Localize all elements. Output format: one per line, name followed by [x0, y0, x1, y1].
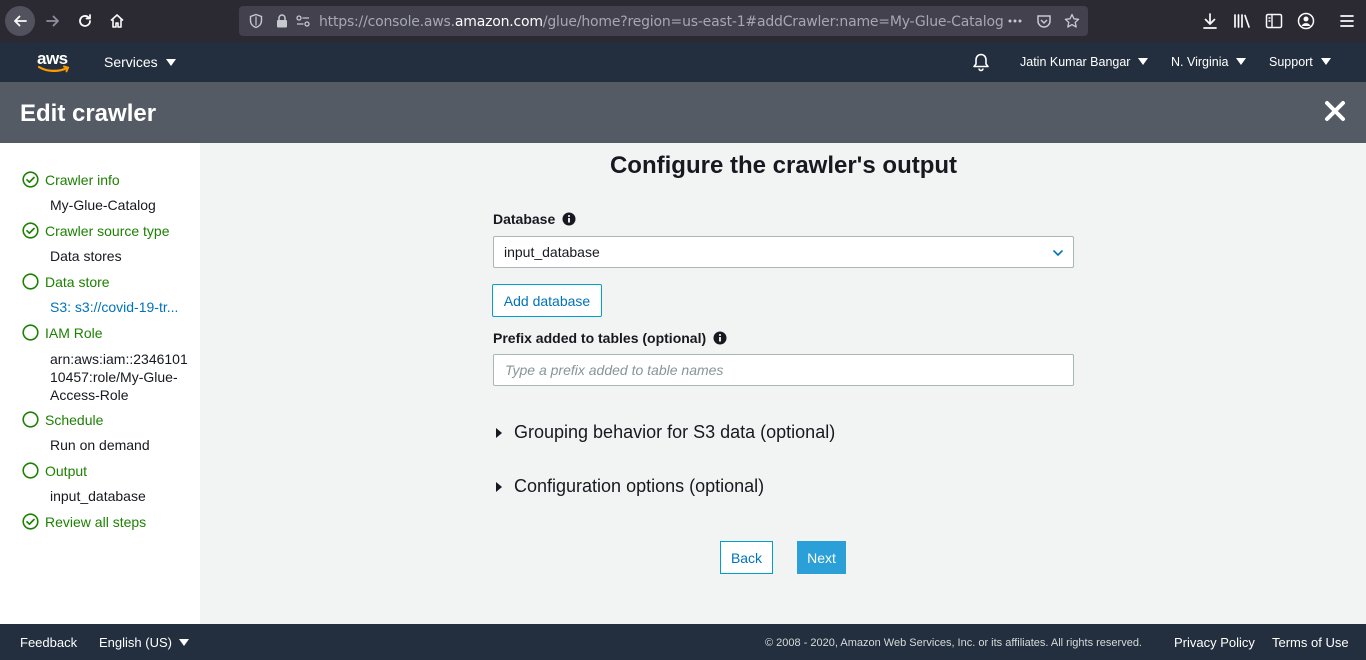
- caret-down-icon: [178, 639, 189, 647]
- section-heading: Configure the crawler's output: [609, 152, 958, 179]
- forward-arrow-icon[interactable]: [38, 6, 68, 36]
- reload-icon[interactable]: [70, 6, 100, 36]
- step-label: IAM Role: [45, 324, 103, 341]
- back-arrow-icon[interactable]: [5, 6, 35, 36]
- title-bar: Edit crawler: [0, 82, 1366, 143]
- caret-down-icon: [1236, 58, 1247, 66]
- home-icon[interactable]: [102, 6, 132, 36]
- database-select-value: input_database: [504, 244, 600, 260]
- prefix-label-text: Prefix added to tables (optional): [493, 330, 707, 346]
- close-icon[interactable]: [1324, 100, 1346, 122]
- empty-circle-icon: [22, 411, 39, 428]
- sidebar-toggle-icon[interactable]: [1264, 11, 1284, 31]
- prefix-label: Prefix added to tables (optional): [493, 330, 727, 346]
- step-schedule[interactable]: Schedule: [22, 411, 103, 428]
- step-value-line: Access-Role: [50, 387, 129, 403]
- aws-console-header: aws Services Jatin Kumar Bangar N. Virgi…: [0, 42, 1366, 82]
- permissions-icon[interactable]: [295, 13, 311, 29]
- chevron-down-icon: [1053, 250, 1063, 256]
- privacy-policy-link[interactable]: Privacy Policy: [1174, 635, 1255, 650]
- step-iam-role[interactable]: IAM Role: [22, 324, 103, 341]
- step-label: Data store: [45, 273, 110, 290]
- caret-down-icon: [165, 58, 176, 66]
- step-label: Review all steps: [45, 513, 147, 530]
- empty-circle-icon: [22, 273, 39, 290]
- step-crawler-source-type[interactable]: Crawler source type: [22, 222, 170, 239]
- downloads-icon[interactable]: [1200, 11, 1220, 31]
- step-crawler-info[interactable]: Crawler info: [22, 171, 120, 188]
- info-icon[interactable]: [562, 212, 576, 226]
- table-prefix-input[interactable]: [493, 354, 1074, 386]
- step-value: Data stores: [50, 248, 122, 264]
- page-title: Edit crawler: [20, 100, 157, 127]
- caret-right-icon: [496, 427, 502, 438]
- step-value: arn:aws:iam::2346101 10457:role/My-Glue-…: [50, 350, 188, 404]
- add-database-button[interactable]: Add database: [492, 284, 602, 317]
- region-menu[interactable]: N. Virginia: [1171, 55, 1247, 69]
- lock-icon[interactable]: [274, 13, 290, 29]
- url-bar[interactable]: https://console.aws.amazon.com/glue/home…: [239, 6, 1088, 36]
- step-label: Crawler info: [45, 171, 120, 188]
- copyright-text: © 2008 - 2020, Amazon Web Services, Inc.…: [765, 637, 1142, 649]
- step-value: input_database: [50, 488, 146, 504]
- caret-down-icon: [1320, 58, 1331, 66]
- user-menu[interactable]: Jatin Kumar Bangar: [1020, 55, 1149, 69]
- check-circle-icon: [22, 222, 39, 239]
- step-review-all-steps[interactable]: Review all steps: [22, 513, 146, 530]
- console-footer: Feedback English (US) © 2008 - 2020, Ama…: [0, 624, 1366, 660]
- check-circle-icon: [22, 513, 39, 530]
- browser-toolbar: https://console.aws.amazon.com/glue/home…: [0, 0, 1366, 42]
- step-label: Crawler source type: [45, 222, 170, 239]
- back-button[interactable]: Back: [720, 541, 773, 574]
- configuration-options-expander[interactable]: Configuration options (optional): [496, 476, 764, 497]
- bookmark-star-icon[interactable]: [1064, 13, 1080, 29]
- database-select[interactable]: input_database: [493, 236, 1074, 268]
- step-value-line: arn:aws:iam::2346101: [50, 351, 188, 367]
- menu-icon[interactable]: [1337, 11, 1357, 31]
- pocket-icon[interactable]: [1036, 13, 1052, 29]
- database-label: Database: [493, 211, 576, 227]
- database-label-text: Database: [493, 211, 556, 227]
- services-menu[interactable]: Services: [104, 54, 176, 70]
- terms-of-use-link[interactable]: Terms of Use: [1272, 635, 1349, 650]
- step-output[interactable]: Output: [22, 462, 87, 479]
- empty-circle-icon: [22, 324, 39, 341]
- check-circle-icon: [22, 171, 39, 188]
- bell-icon[interactable]: [972, 52, 990, 72]
- aws-smile-icon: [37, 65, 70, 73]
- info-icon[interactable]: [713, 331, 727, 345]
- next-button[interactable]: Next: [797, 541, 846, 574]
- step-label: Schedule: [45, 411, 104, 428]
- grouping-behavior-expander[interactable]: Grouping behavior for S3 data (optional): [496, 422, 835, 443]
- step-data-store[interactable]: Data store: [22, 273, 110, 290]
- library-icon[interactable]: [1232, 11, 1252, 31]
- page-actions-icon[interactable]: [1007, 13, 1023, 29]
- expander-label: Grouping behavior for S3 data (optional): [514, 422, 836, 442]
- empty-circle-icon: [22, 462, 39, 479]
- expander-label: Configuration options (optional): [514, 476, 765, 496]
- account-icon[interactable]: [1296, 11, 1316, 31]
- caret-right-icon: [496, 481, 502, 492]
- step-value: My-Glue-Catalog: [50, 197, 156, 213]
- language-selector[interactable]: English (US): [99, 635, 189, 650]
- feedback-link[interactable]: Feedback: [20, 635, 77, 650]
- step-value: Run on demand: [50, 437, 150, 453]
- step-value-link[interactable]: S3: s3://covid-19-tr...: [50, 298, 178, 316]
- caret-down-icon: [1138, 58, 1149, 66]
- url-text[interactable]: https://console.aws.amazon.com/glue/home…: [319, 14, 1004, 30]
- step-label: Output: [45, 462, 88, 479]
- step-value-line: 10457:role/My-Glue-: [50, 369, 178, 385]
- aws-logo[interactable]: aws: [37, 49, 71, 75]
- tracking-shield-icon[interactable]: [248, 13, 264, 29]
- support-menu[interactable]: Support: [1269, 55, 1331, 69]
- language-label: English (US): [99, 635, 172, 650]
